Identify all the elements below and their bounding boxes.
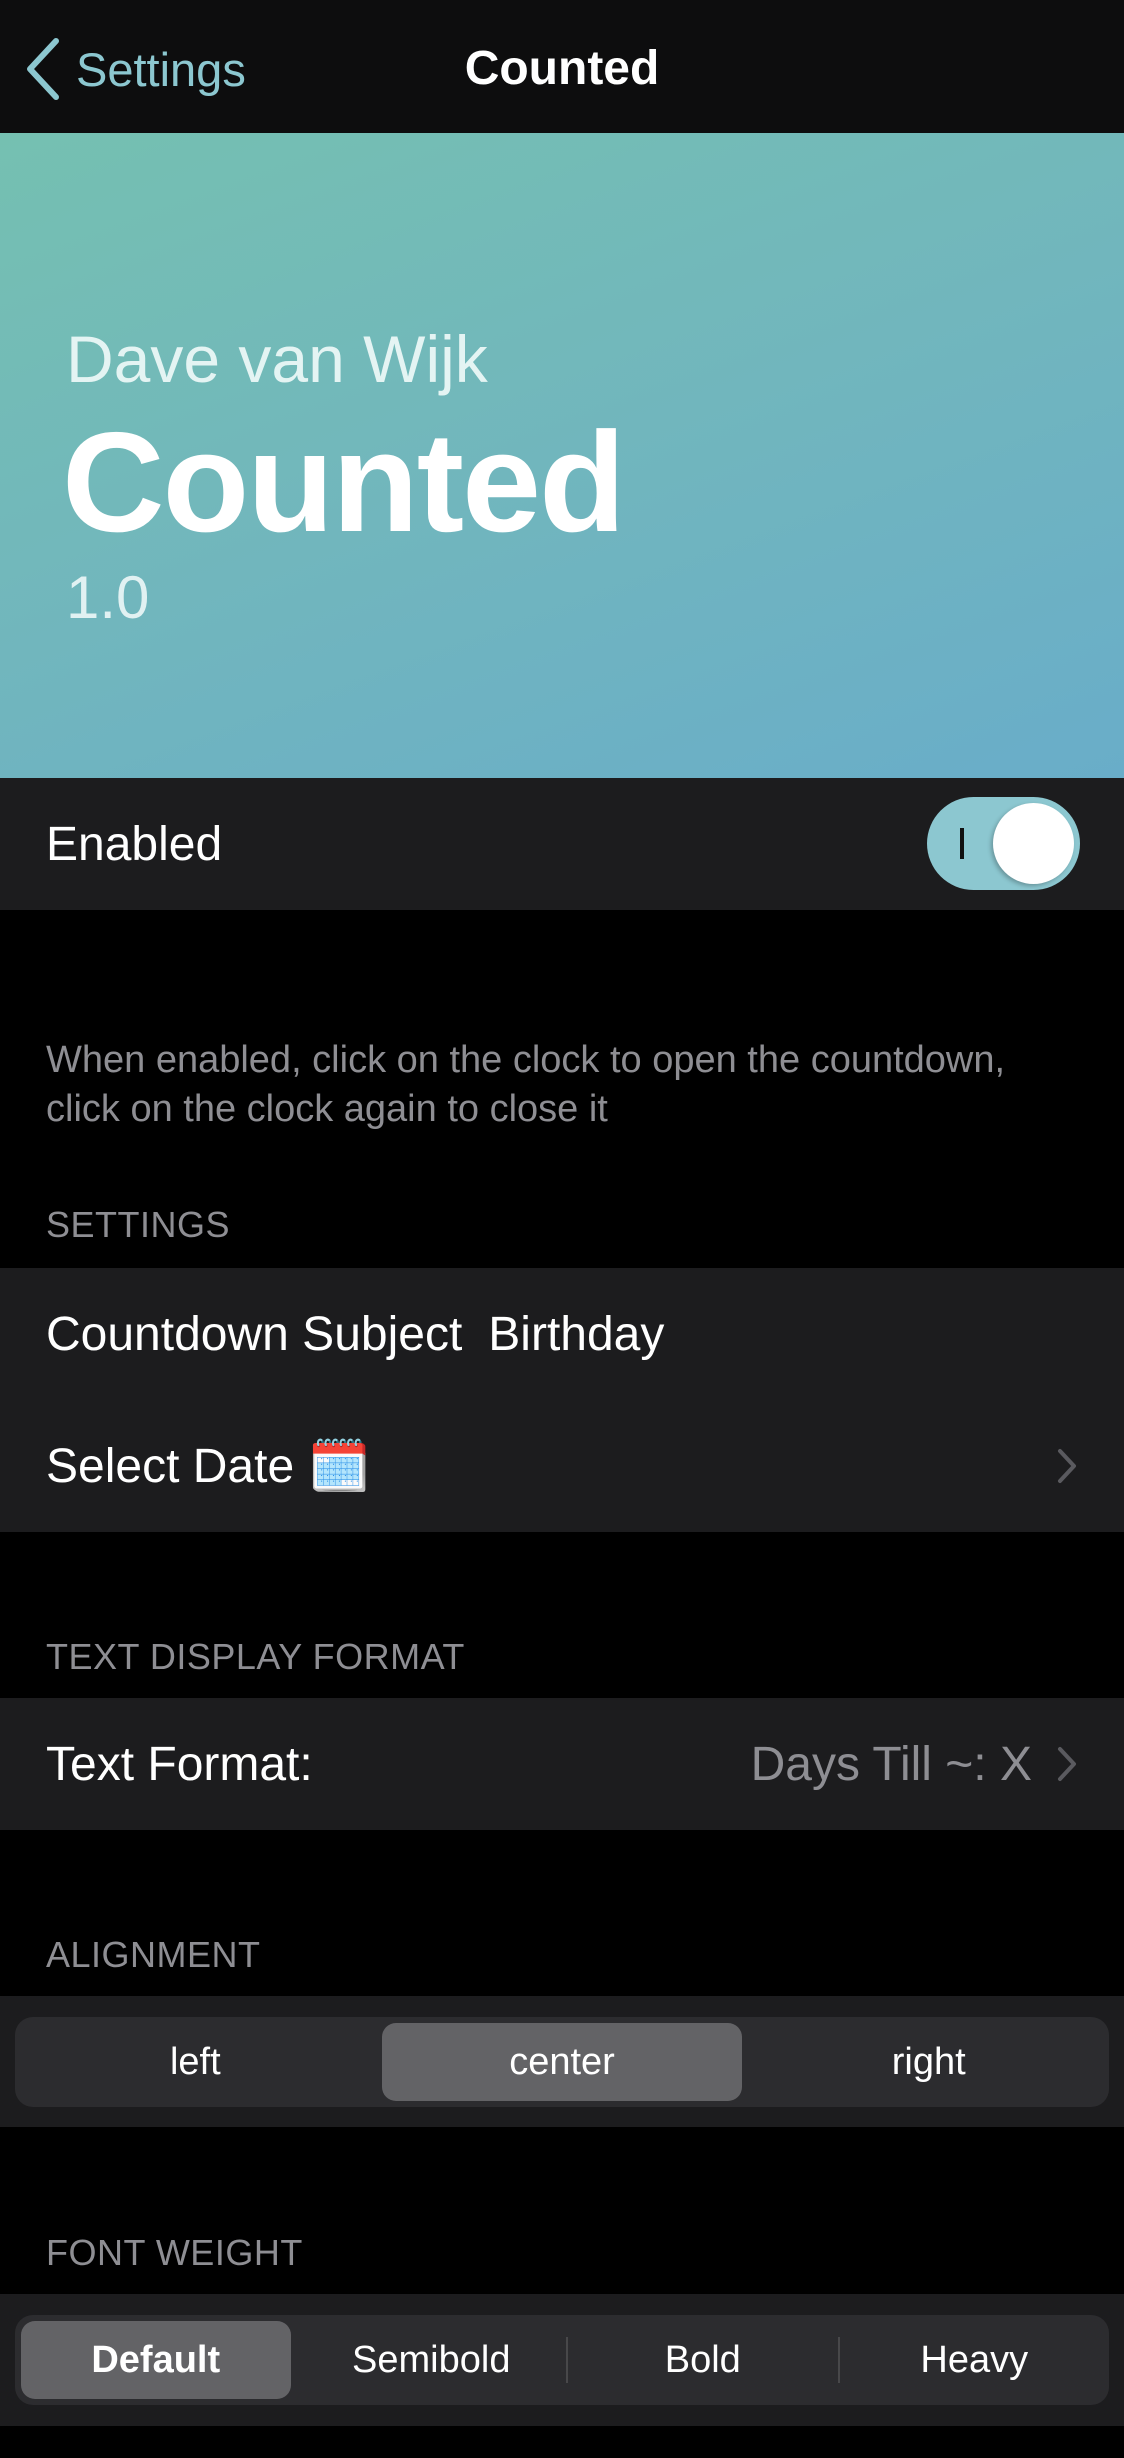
enabled-row: Enabled — [0, 778, 1124, 910]
text-display-group: Text Format: Days Till ~: X — [0, 1698, 1124, 1830]
enabled-label: Enabled — [46, 817, 223, 871]
alignment-option-right[interactable]: right — [748, 2017, 1109, 2107]
section-header-alignment: ALIGNMENT — [46, 1934, 261, 1975]
countdown-subject-label: Countdown Subject — [46, 1307, 463, 1361]
font-weight-group: Default Semibold Bold Heavy — [0, 2294, 1124, 2426]
font-weight-option-heavy[interactable]: Heavy — [840, 2315, 1110, 2405]
alignment-option-left[interactable]: left — [15, 2017, 376, 2107]
section-header-settings: SETTINGS — [46, 1204, 231, 1245]
section-header-font-weight: FONT WEIGHT — [46, 2232, 303, 2273]
text-format-value: Days Till ~: X — [750, 1737, 1032, 1791]
font-weight-option-semibold[interactable]: Semibold — [297, 2315, 567, 2405]
alignment-group: left center right — [0, 1996, 1124, 2127]
select-date-row[interactable]: Select Date 🗓️ — [0, 1400, 1124, 1532]
package-version: 1.0 — [66, 564, 150, 631]
package-name: Counted — [62, 403, 626, 562]
alignment-segmented-control: left center right — [15, 2017, 1109, 2107]
chevron-right-icon — [1058, 1747, 1076, 1781]
calendar-icon: 🗓️ — [308, 1437, 371, 1494]
author-name: Dave van Wijk — [66, 322, 488, 396]
navigation-bar: Settings Counted — [0, 0, 1124, 133]
settings-group: Countdown Subject Birthday Select Date 🗓… — [0, 1268, 1124, 1532]
countdown-subject-input[interactable]: Birthday — [488, 1307, 664, 1362]
countdown-subject-row[interactable]: Countdown Subject Birthday — [0, 1268, 1124, 1400]
alignment-option-center[interactable]: center — [381, 2023, 743, 2101]
font-weight-segmented-control: Default Semibold Bold Heavy — [15, 2315, 1109, 2405]
section-header-text-display: TEXT DISPLAY FORMAT — [46, 1636, 465, 1677]
page-title: Counted — [464, 42, 660, 95]
toggle-on-indicator — [960, 828, 964, 859]
chevron-right-icon — [1058, 1449, 1076, 1483]
enabled-description: When enabled, click on the clock to open… — [46, 1039, 1006, 1130]
text-format-row[interactable]: Text Format: Days Till ~: X — [0, 1698, 1124, 1830]
text-format-label: Text Format: — [46, 1737, 313, 1791]
enabled-toggle[interactable] — [927, 797, 1080, 890]
select-date-label: Select Date — [46, 1439, 295, 1493]
package-banner: Dave van Wijk Counted 1.0 — [0, 133, 1124, 778]
font-weight-option-default[interactable]: Default — [21, 2321, 291, 2399]
enabled-group: Enabled — [0, 778, 1124, 910]
font-weight-option-bold[interactable]: Bold — [568, 2315, 838, 2405]
toggle-knob — [993, 803, 1074, 884]
